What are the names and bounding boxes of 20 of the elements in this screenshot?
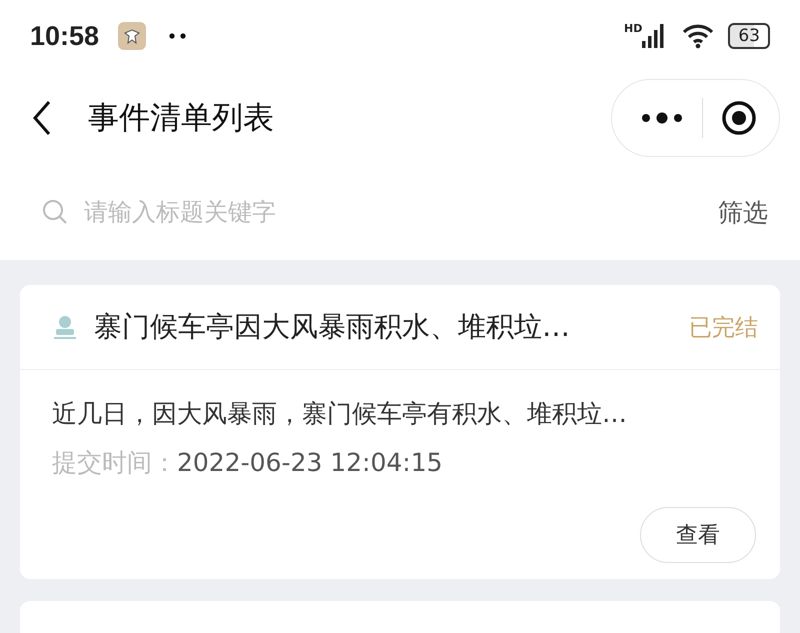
more-icon[interactable] [640,112,684,124]
back-icon[interactable] [32,100,52,136]
submit-time: 2022-06-23 12:04:15 [177,448,443,477]
page-title: 事件清单列表 [88,99,274,138]
view-button[interactable]: 查看 [640,507,756,563]
network-label: HD [624,22,642,34]
close-icon[interactable] [721,100,757,136]
search-field[interactable]: 请输入标题关键字 [82,197,704,227]
battery-indicator: 63 [728,23,770,49]
person-icon [52,314,78,340]
search-icon [42,199,68,225]
event-summary: 近几日，因大风暴雨，寨门候车亭有积水、堆积垃… [52,398,628,430]
filter-button[interactable]: 筛选 [718,196,768,228]
wifi-icon [682,23,714,49]
submit-time-label: 提交时间： [52,447,177,479]
status-time: 10:58 [30,20,100,52]
app-icon [117,21,148,51]
event-title: 寨门候车亭因大风暴雨积水、堆积垃… [94,309,571,345]
event-status: 已完结 [689,314,758,342]
signal-icon [642,23,666,49]
